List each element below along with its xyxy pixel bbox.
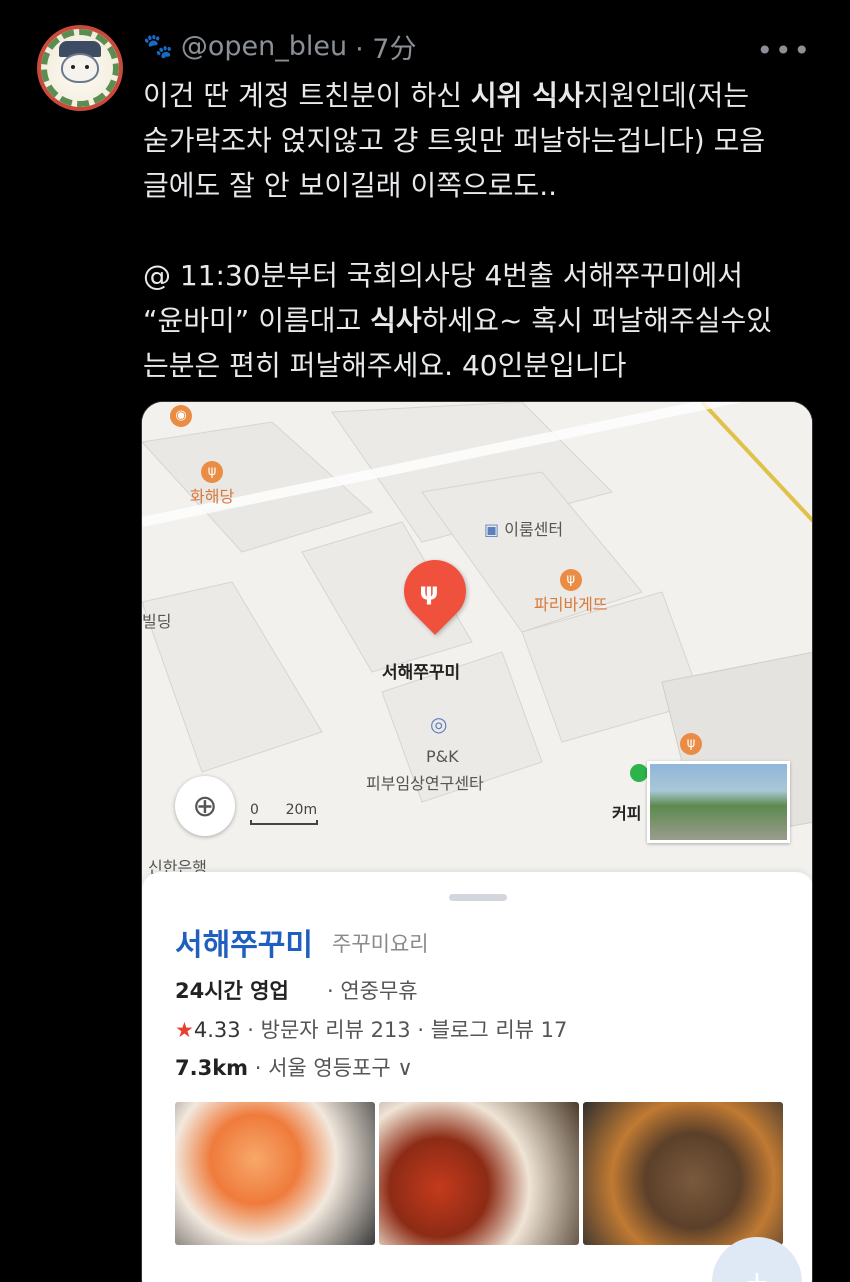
map-poi-building[interactable]: 빌딩 — [142, 608, 171, 632]
tweet-line: 이건 딴 계정 트친분이 하신 시위 식사지원인데(저는 — [143, 79, 750, 112]
tweet-line: @ 11:30분부터 국회의사당 4번출 서해쭈꾸미에서 — [143, 259, 744, 292]
tweet-line: “윤바미” 이름대고 식사하세요~ 혹시 퍼날해주실수있 — [143, 304, 773, 337]
rating-row: ★4.33 · 방문자 리뷰 213 · 블로그 리뷰 17 — [175, 1014, 567, 1044]
tweet-line: 는분은 편히 퍼날해주세요. 40인분입니다 — [143, 349, 627, 382]
food-photo[interactable] — [175, 1102, 375, 1245]
cafe-icon — [630, 764, 648, 782]
tweet-header: 🐾 @open_bleu · 7分 — [143, 27, 416, 66]
eye-decoration — [71, 65, 75, 69]
place-category: 주꾸미요리 — [332, 932, 429, 956]
target-icon: ◎ — [430, 712, 448, 736]
scale-bar: 0 20m — [250, 802, 318, 825]
map-poi-selected[interactable]: 서해쭈꾸미 — [382, 658, 460, 683]
tweet-body: 이건 딴 계정 트친분이 하신 시위 식사지원인데(저는 숟가락조차 얹지않고 … — [143, 73, 823, 388]
user-handle[interactable]: @open_bleu — [181, 31, 347, 62]
photo-thumbnails — [175, 1102, 783, 1245]
map-poi-pk[interactable]: P&K — [426, 747, 459, 766]
face-decoration — [61, 53, 99, 83]
map-poi-hwahaedang[interactable]: ψ 화해당 — [190, 460, 234, 507]
map-poi-food[interactable]: ψ — [680, 732, 702, 755]
distance-row: 7.3km · 서울 영등포구 ∨ — [175, 1052, 413, 1082]
avatar[interactable] — [37, 25, 123, 111]
sheet-drag-handle[interactable] — [449, 894, 507, 901]
holiday-info: · 연중무휴 — [327, 979, 418, 1003]
fork-icon: ψ — [559, 568, 582, 591]
attached-image[interactable]: ◉ ψ 화해당 ▣ 이룸센터 ψ 파리바게뜨 빌딩 ψ 서해쭈꾸미 ◎ P&K … — [141, 401, 813, 1282]
more-options-icon[interactable]: ••• — [756, 34, 812, 67]
tweet-line: 글에도 잘 안 보이길래 이쪽으로도.. — [143, 169, 558, 202]
map-poi-iroom[interactable]: ▣ 이룸센터 — [484, 516, 563, 540]
map-poi-icon: ◉ — [170, 404, 192, 427]
map-view[interactable]: ◉ ψ 화해당 ▣ 이룸센터 ψ 파리바게뜨 빌딩 ψ 서해쭈꾸미 ◎ P&K … — [142, 402, 812, 877]
rating-value: 4.33 — [193, 1018, 241, 1042]
map-poi-pk-name[interactable]: 피부임상연구센타 — [366, 770, 484, 794]
review-counts[interactable]: · 방문자 리뷰 213 · 블로그 리뷰 17 — [247, 1018, 567, 1042]
map-poi-cafe[interactable]: 커피 — [612, 800, 641, 824]
address-dropdown[interactable]: · 서울 영등포구 ∨ — [255, 1056, 413, 1080]
business-hours: 24시간 영업 — [175, 979, 289, 1003]
paw-icon: 🐾 — [143, 32, 173, 60]
eye-decoration — [85, 65, 89, 69]
place-name[interactable]: 서해쭈꾸미 — [175, 920, 313, 964]
fork-icon: ψ — [201, 460, 224, 483]
my-location-button[interactable]: ⊕ — [175, 776, 235, 836]
street-view-thumbnail[interactable] — [647, 761, 790, 843]
fork-knife-icon: ψ — [419, 577, 439, 606]
place-info-sheet[interactable]: 서해쭈꾸미 주꾸미요리 24시간 영업 · 연중무휴 ★4.33 · 방문자 리… — [142, 872, 812, 1282]
distance: 7.3km — [175, 1056, 249, 1080]
food-photo[interactable] — [583, 1102, 783, 1245]
tweet-line: 숟가락조차 얹지않고 걍 트윗만 퍼날하는겁니다) 모음 — [143, 124, 766, 157]
fork-icon: ψ — [680, 732, 702, 755]
star-icon: ★ — [175, 1018, 194, 1042]
food-photo[interactable] — [379, 1102, 579, 1245]
map-poi-paris[interactable]: ψ 파리바게뜨 — [534, 568, 608, 615]
building-icon: ▣ — [484, 520, 500, 539]
tweet-time[interactable]: · 7分 — [355, 27, 416, 66]
